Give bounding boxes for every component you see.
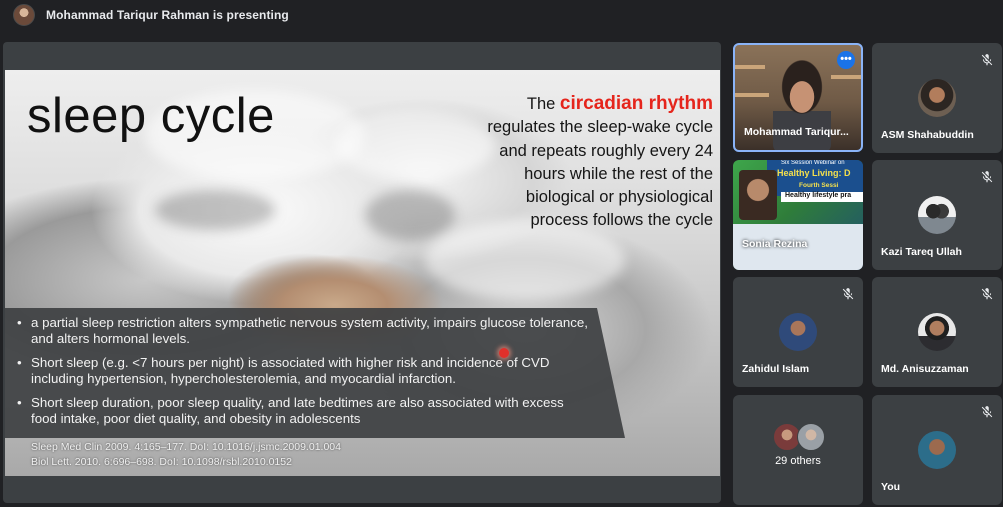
tile-asm-shahabuddin[interactable]: ASM Shahabuddin (872, 43, 1002, 153)
tile-sonia-rezina[interactable]: Six Session Webinar on Healthy Living: D… (733, 160, 863, 270)
avatar (779, 313, 817, 351)
tile-others[interactable]: 29 others (733, 395, 863, 505)
participant-name: Sonia Rezina (742, 238, 808, 250)
shared-slide: sleep cycle The circadian rhythm regulat… (5, 70, 720, 476)
participant-name: Md. Anisuzzaman (881, 363, 969, 375)
pointer-dot (499, 348, 509, 358)
mic-off-icon (981, 171, 993, 183)
avatar (918, 196, 956, 234)
poster-line-2: Healthy Living: D (777, 168, 851, 178)
presenting-text: Mohammad Tariqur Rahman is presenting (46, 8, 289, 22)
circadian-highlight: circadian rhythm (559, 93, 713, 114)
participant-name: Mohammad Tariqur... (744, 126, 849, 138)
mic-off-icon (981, 406, 993, 418)
participant-name: Zahidul Islam (742, 363, 810, 375)
mic-off-icon (981, 288, 993, 300)
reference-2: Biol Lett. 2010. 6:696–698. DoI: 10.1098… (31, 456, 292, 468)
participant-name: Kazi Tareq Ullah (881, 246, 962, 258)
tile-md-anisuzzaman[interactable]: Md. Anisuzzaman (872, 277, 1002, 387)
avatar (918, 313, 956, 351)
others-count: 29 others (775, 455, 821, 467)
tile-you[interactable]: You (872, 395, 1002, 505)
circadian-rest: regulates the sleep-wake cycle and repea… (487, 118, 713, 230)
mic-off-icon (842, 288, 854, 300)
participant-name: ASM Shahabuddin (881, 129, 974, 141)
avatar (797, 423, 825, 451)
tile-kazi-tareq-ullah[interactable]: Kazi Tareq Ullah (872, 160, 1002, 270)
more-options-icon[interactable]: ••• (837, 51, 855, 69)
tile-presenter[interactable]: ••• Mohammad Tariqur... (733, 43, 863, 152)
participant-name: You (881, 481, 901, 493)
bullet-item: a partial sleep restriction alters sympa… (13, 315, 593, 347)
poster-line-1: Six Session Webinar on (781, 160, 845, 166)
presenter-avatar (13, 4, 35, 26)
presentation-stage[interactable]: sleep cycle The circadian rhythm regulat… (3, 42, 721, 503)
bullet-item: Short sleep (e.g. <7 hours per night) is… (13, 355, 593, 387)
poster-line-3: Fourth Sessi (799, 182, 839, 189)
avatar (918, 79, 956, 117)
presenter-video (773, 59, 831, 150)
circadian-text: The circadian rhythm regulates the sleep… (483, 92, 713, 233)
poster-photo (739, 170, 777, 220)
circadian-prefix: The (526, 95, 560, 113)
tile-zahidul-islam[interactable]: Zahidul Islam (733, 277, 863, 387)
reference-1: Sleep Med Clin 2009. 4:165–177. DoI: 10.… (31, 441, 341, 453)
mic-off-icon (981, 54, 993, 66)
references: Sleep Med Clin 2009. 4:165–177. DoI: 10.… (31, 440, 341, 470)
avatar (918, 431, 956, 469)
slide-title: sleep cycle (27, 89, 275, 143)
bullet-list: a partial sleep restriction alters sympa… (13, 315, 593, 435)
presenting-banner: Mohammad Tariqur Rahman is presenting (0, 0, 1003, 30)
poster-line-4: Healthy lifestyle pra (785, 192, 852, 199)
bullet-band: a partial sleep restriction alters sympa… (5, 308, 720, 438)
bullet-item: Short sleep duration, poor sleep quality… (13, 395, 593, 427)
